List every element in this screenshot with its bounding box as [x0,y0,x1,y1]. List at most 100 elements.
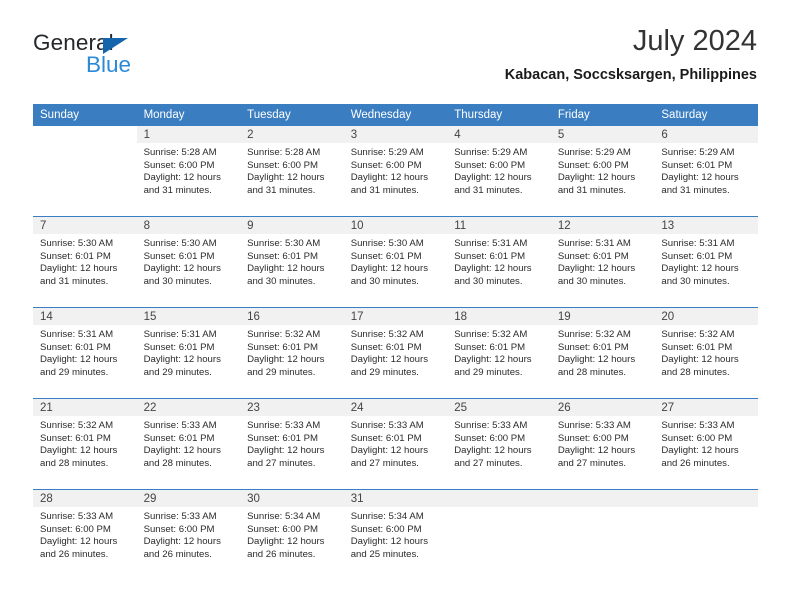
day-cell-content[interactable]: 9 Sunrise: 5:30 AM Sunset: 6:01 PM Daylight… [240,217,344,307]
day-cell-content[interactable]: 15 Sunrise: 5:31 AM Sunset: 6:01 PM Dayligh… [136,308,241,398]
day-cell-content[interactable]: 18 Sunrise: 5:32 AM Sunset: 6:01 PM Dayligh… [447,308,551,398]
daylight-text-line2: and 25 minutes. [350,548,419,560]
day-cell-content[interactable]: 4 Sunrise: 5:29 AM Sunset: 6:00 PM Daylight… [447,126,551,216]
day-number: 23 [240,399,344,416]
day-number: 16 [240,308,344,325]
title-block: July 2024 Kabacan, Soccsksargen, Philipp… [505,25,757,83]
day-details: Sunrise: 5:33 AM Sunset: 6:01 PM Daylight:… [344,416,448,470]
day-cell-content[interactable]: 24 Sunrise: 5:33 AM Sunset: 6:01 PM Dayligh… [343,399,448,489]
day-cell-content[interactable]: 23 Sunrise: 5:33 AM Sunset: 6:01 PM Dayligh… [240,399,344,489]
day-details: Sunrise: 5:29 AM Sunset: 6:00 PM Daylight:… [344,143,448,197]
day-cell: 7 Sunrise: 5:30 AM Sunset: 6:01 PM Daylight… [33,217,137,308]
daylight-text-line1: Daylight: 12 hours [661,354,739,366]
sunset-text: Sunset: 6:01 PM [143,432,215,444]
sunset-text: Sunset: 6:01 PM [143,341,215,353]
sunrise-text: Sunrise: 5:33 AM [350,420,424,431]
day-cell [447,490,551,581]
day-details: Sunrise: 5:33 AM Sunset: 6:00 PM Daylight:… [137,507,241,561]
daylight-text-line1: Daylight: 12 hours [40,354,118,366]
weekday-header-tuesday: Tuesday [240,104,344,126]
day-cell-content[interactable]: 7 Sunrise: 5:30 AM Sunset: 6:01 PM Daylight… [33,217,137,307]
day-cell-content[interactable]: 29 Sunrise: 5:33 AM Sunset: 6:00 PM Dayligh… [136,490,241,580]
day-cell-content[interactable]: 1 Sunrise: 5:28 AM Sunset: 6:00 PM Daylight… [136,126,241,216]
day-cell-content[interactable]: 3 Sunrise: 5:29 AM Sunset: 6:00 PM Daylight… [343,126,448,216]
day-cell-content[interactable]: 10 Sunrise: 5:30 AM Sunset: 6:01 PM Dayligh… [343,217,448,307]
logo-text-blue: Blue [86,52,132,77]
day-details: Sunrise: 5:31 AM Sunset: 6:01 PM Daylight:… [551,234,655,288]
day-details: Sunrise: 5:30 AM Sunset: 6:01 PM Daylight:… [240,234,344,288]
daylight-text-line1: Daylight: 12 hours [350,354,429,366]
daylight-text-line2: and 31 minutes. [350,184,419,196]
daylight-text-line2: and 26 minutes. [40,548,109,560]
sunset-text: Sunset: 6:01 PM [40,341,111,353]
day-cell-content[interactable]: 31 Sunrise: 5:34 AM Sunset: 6:00 PM Dayligh… [343,490,448,580]
day-number: 11 [447,217,551,234]
day-number: 6 [654,126,758,143]
day-cell-content [550,490,655,580]
general-blue-logo[interactable]: General Blue [33,30,203,86]
day-cell-content[interactable]: 5 Sunrise: 5:29 AM Sunset: 6:00 PM Daylight… [550,126,655,216]
sunrise-text: Sunrise: 5:33 AM [143,511,217,522]
day-cell: 5 Sunrise: 5:29 AM Sunset: 6:00 PM Daylight… [550,126,655,217]
daylight-text-line2: and 29 minutes. [350,366,419,378]
sunset-text: Sunset: 6:01 PM [40,432,111,444]
sunrise-text: Sunrise: 5:30 AM [247,238,321,249]
day-details: Sunrise: 5:33 AM Sunset: 6:01 PM Daylight:… [137,416,241,470]
day-cell-content[interactable]: 17 Sunrise: 5:32 AM Sunset: 6:01 PM Dayligh… [343,308,448,398]
day-cell-content[interactable]: 6 Sunrise: 5:29 AM Sunset: 6:01 PM Daylight… [654,126,758,216]
day-details: Sunrise: 5:29 AM Sunset: 6:00 PM Daylight:… [551,143,655,197]
day-cell-content[interactable]: 21 Sunrise: 5:32 AM Sunset: 6:01 PM Dayligh… [33,399,137,489]
sunset-text: Sunset: 6:01 PM [661,250,733,262]
day-details: Sunrise: 5:34 AM Sunset: 6:00 PM Daylight:… [240,507,344,561]
day-cell-content[interactable]: 14 Sunrise: 5:31 AM Sunset: 6:01 PM Dayligh… [33,308,137,398]
day-cell-content[interactable]: 8 Sunrise: 5:30 AM Sunset: 6:01 PM Daylight… [136,217,241,307]
day-number: 21 [33,399,137,416]
day-details: Sunrise: 5:28 AM Sunset: 6:00 PM Daylight:… [137,143,241,197]
daylight-text-line1: Daylight: 12 hours [143,536,221,548]
day-details [33,143,137,147]
sunrise-text: Sunrise: 5:29 AM [557,147,631,158]
day-details: Sunrise: 5:33 AM Sunset: 6:00 PM Daylight:… [551,416,655,470]
day-number: 3 [343,126,448,143]
week-row: 28 Sunrise: 5:33 AM Sunset: 6:00 PM Dayligh… [33,489,758,581]
day-cell [33,126,137,217]
day-cell-content[interactable]: 12 Sunrise: 5:31 AM Sunset: 6:01 PM Dayligh… [550,217,655,307]
weekday-header-sunday: Sunday [33,104,137,126]
daylight-text-line1: Daylight: 12 hours [247,536,325,548]
day-cell-content[interactable]: 25 Sunrise: 5:33 AM Sunset: 6:00 PM Dayligh… [447,399,551,489]
day-cell-content[interactable]: 13 Sunrise: 5:31 AM Sunset: 6:01 PM Dayligh… [654,217,758,307]
day-number: 12 [550,217,655,234]
day-cell: 29 Sunrise: 5:33 AM Sunset: 6:00 PM Dayligh… [136,490,241,581]
day-cell-content[interactable]: 11 Sunrise: 5:31 AM Sunset: 6:01 PM Dayligh… [447,217,551,307]
day-cell: 25 Sunrise: 5:33 AM Sunset: 6:00 PM Dayligh… [447,399,551,490]
daylight-text-line1: Daylight: 12 hours [661,172,739,184]
sunset-text: Sunset: 6:01 PM [454,341,526,353]
day-cell-content[interactable]: 2 Sunrise: 5:28 AM Sunset: 6:00 PM Daylight… [240,126,344,216]
day-cell-content[interactable]: 22 Sunrise: 5:33 AM Sunset: 6:01 PM Dayligh… [136,399,241,489]
sunrise-text: Sunrise: 5:32 AM [454,329,528,340]
day-cell-content[interactable]: 27 Sunrise: 5:33 AM Sunset: 6:00 PM Dayligh… [654,399,758,489]
daylight-text-line1: Daylight: 12 hours [350,536,429,548]
sunset-text: Sunset: 6:00 PM [557,432,629,444]
sunset-text: Sunset: 6:01 PM [350,341,422,353]
day-details: Sunrise: 5:32 AM Sunset: 6:01 PM Daylight:… [240,325,344,379]
sunset-text: Sunset: 6:01 PM [143,250,215,262]
day-cell-content[interactable]: 30 Sunrise: 5:34 AM Sunset: 6:00 PM Dayligh… [240,490,344,580]
day-cell-content[interactable]: 19 Sunrise: 5:32 AM Sunset: 6:01 PM Dayligh… [550,308,655,398]
weekday-header-friday: Friday [550,104,655,126]
day-cell-content[interactable]: 28 Sunrise: 5:33 AM Sunset: 6:00 PM Dayligh… [33,490,137,580]
day-cell: 27 Sunrise: 5:33 AM Sunset: 6:00 PM Dayligh… [654,399,758,490]
day-number: 1 [136,126,241,143]
sunrise-text: Sunrise: 5:28 AM [143,147,217,158]
day-number: 14 [33,308,137,325]
daylight-text-line2: and 29 minutes. [247,366,316,378]
sunset-text: Sunset: 6:00 PM [661,432,733,444]
day-cell-content[interactable]: 20 Sunrise: 5:32 AM Sunset: 6:01 PM Dayligh… [654,308,758,398]
daylight-text-line1: Daylight: 12 hours [40,445,118,457]
day-cell: 26 Sunrise: 5:33 AM Sunset: 6:00 PM Dayligh… [550,399,655,490]
day-cell-content[interactable]: 26 Sunrise: 5:33 AM Sunset: 6:00 PM Dayligh… [550,399,655,489]
daylight-text-line2: and 26 minutes. [143,548,212,560]
daylight-text-line2: and 28 minutes. [661,366,730,378]
sunset-text: Sunset: 6:00 PM [454,159,526,171]
day-cell-content[interactable]: 16 Sunrise: 5:32 AM Sunset: 6:01 PM Dayligh… [240,308,344,398]
